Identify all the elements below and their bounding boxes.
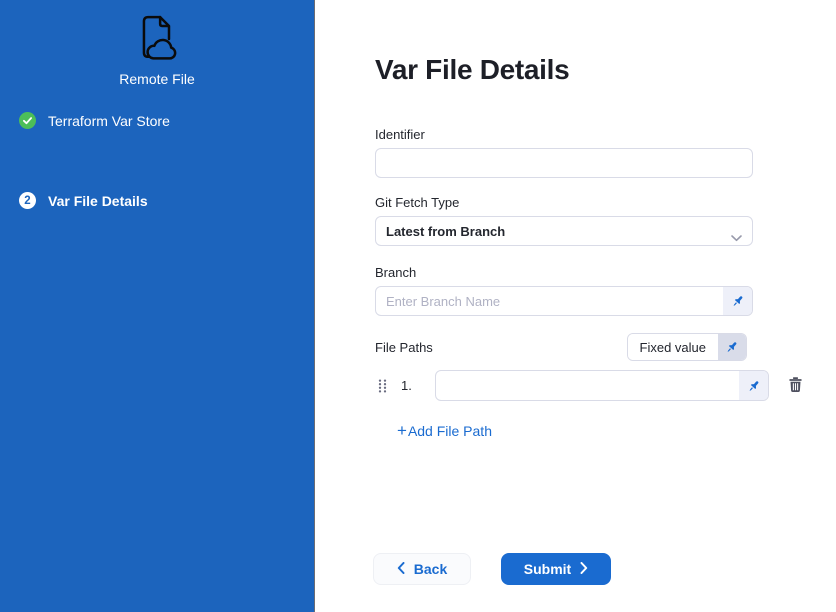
file-paths-label: File Paths	[375, 340, 433, 355]
check-icon	[19, 112, 36, 129]
add-file-path-button[interactable]: + Add File Path	[397, 423, 492, 439]
file-path-input-wrap	[435, 370, 769, 401]
identifier-input[interactable]	[375, 148, 753, 178]
git-fetch-type-select[interactable]: Latest from Branch	[375, 216, 753, 246]
wizard-sidebar: Remote File Terraform Var Store 2 Var Fi…	[0, 0, 315, 612]
git-fetch-type-field-group: Git Fetch Type Latest from Branch	[375, 195, 753, 246]
branch-input-wrap	[375, 286, 753, 316]
submit-button-label: Submit	[524, 561, 571, 577]
submit-button[interactable]: Submit	[501, 553, 611, 585]
git-fetch-type-label: Git Fetch Type	[375, 195, 753, 210]
identifier-field-group: Identifier	[375, 127, 753, 178]
drag-handle-icon[interactable]	[378, 379, 387, 393]
delete-file-path-button[interactable]	[786, 377, 804, 395]
pushpin-icon	[718, 334, 746, 360]
identifier-label: Identifier	[375, 127, 753, 142]
var-file-details-dialog: Remote File Terraform Var Store 2 Var Fi…	[0, 0, 836, 612]
sidebar-step-var-file-details[interactable]: 2 Var File Details	[19, 192, 148, 209]
page-title: Var File Details	[375, 54, 569, 86]
branch-label: Branch	[375, 265, 753, 280]
remote-file-label: Remote File	[119, 71, 194, 87]
trash-icon	[787, 376, 804, 396]
remote-file-cloud-icon	[134, 14, 180, 62]
chevron-right-icon	[580, 561, 588, 577]
branch-field-group: Branch	[375, 265, 753, 316]
file-path-input[interactable]	[435, 370, 769, 401]
sidebar-step-terraform-var-store[interactable]: Terraform Var Store	[19, 112, 170, 129]
file-path-row: 1.	[378, 370, 804, 401]
remote-file-header: Remote File	[0, 14, 314, 87]
git-fetch-type-value: Latest from Branch	[386, 224, 505, 239]
var-file-details-form: Var File Details Identifier Git Fetch Ty…	[316, 0, 836, 612]
add-file-path-label: Add File Path	[408, 423, 492, 439]
multitype-label: Fixed value	[628, 334, 718, 360]
file-path-row-index: 1.	[401, 378, 417, 393]
runtime-input-pin-button[interactable]	[739, 371, 768, 400]
chevron-left-icon	[397, 561, 405, 577]
step-label: Var File Details	[48, 193, 148, 209]
step-number-badge: 2	[19, 192, 36, 209]
file-paths-header: File Paths Fixed value	[375, 333, 753, 361]
form-footer: Back Submit	[373, 553, 611, 585]
runtime-input-pin-button[interactable]	[723, 287, 752, 315]
plus-icon: +	[397, 424, 407, 438]
back-button-label: Back	[414, 561, 447, 577]
branch-input[interactable]	[375, 286, 753, 316]
chevron-down-icon	[731, 229, 742, 247]
step-label: Terraform Var Store	[48, 113, 170, 129]
multitype-fixed-value-button[interactable]: Fixed value	[627, 333, 747, 361]
back-button[interactable]: Back	[373, 553, 471, 585]
